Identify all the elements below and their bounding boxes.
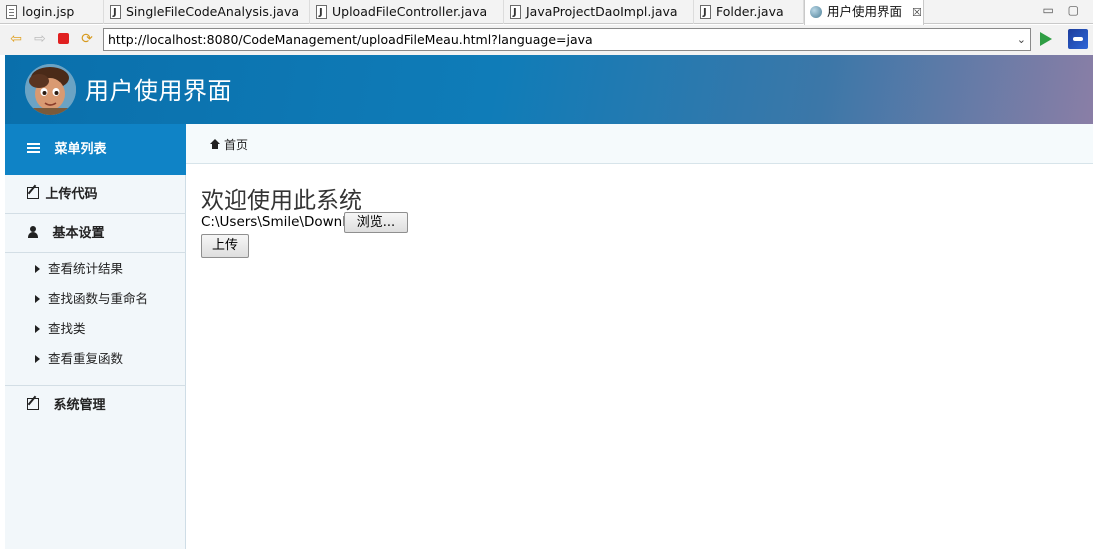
browser-toolbar: ⇦ ⇨ ⟳ http://localhost:8080/CodeManageme… <box>0 25 1093 55</box>
tab-label: JavaProjectDaoImpl.java <box>526 4 678 19</box>
caret-right-icon <box>35 295 40 303</box>
eclipse-extension-icon[interactable] <box>1068 29 1088 49</box>
minimize-icon[interactable]: ▭ <box>1042 3 1053 17</box>
tab-user-interface[interactable]: 用户使用界面 ☒ <box>804 0 924 25</box>
tab-folder-java[interactable]: Folder.java <box>694 0 804 25</box>
editor-tab-bar: login.jsp SingleFileCodeAnalysis.java Up… <box>0 0 1093 25</box>
sidebar-item-upload-code[interactable]: 上传代码 <box>5 175 186 214</box>
back-arrow-icon[interactable]: ⇦ <box>8 31 24 47</box>
submenu-item-label: 查找函数与重命名 <box>48 291 149 306</box>
list-icon <box>27 142 40 153</box>
java-file-icon <box>700 1 711 25</box>
edit-icon <box>27 397 39 410</box>
refresh-icon[interactable]: ⟳ <box>79 31 95 47</box>
submenu-item-label: 查看统计结果 <box>48 261 124 276</box>
settings-submenu: 查看统计结果 查找函数与重命名 查找类 查看重复函数 <box>5 254 186 374</box>
page-title: 用户使用界面 <box>85 77 232 105</box>
window-controls: ▭ ▢ <box>1032 3 1079 17</box>
tab-label: Folder.java <box>716 4 784 19</box>
caret-right-icon <box>35 355 40 363</box>
maximize-icon[interactable]: ▢ <box>1068 3 1079 17</box>
tab-java-project-dao-impl[interactable]: JavaProjectDaoImpl.java <box>504 0 694 25</box>
tab-label: UploadFileController.java <box>332 4 488 19</box>
submenu-item-label: 查找类 <box>48 321 86 336</box>
java-file-icon <box>316 1 327 25</box>
go-play-icon[interactable] <box>1040 32 1052 46</box>
breadcrumb-home[interactable]: 首页 <box>224 136 248 153</box>
tab-single-file-code-analysis[interactable]: SingleFileCodeAnalysis.java <box>104 0 310 25</box>
tab-label: SingleFileCodeAnalysis.java <box>126 4 300 19</box>
file-path-input[interactable]: C:\Users\Smile\Downloads <box>201 212 345 233</box>
forward-arrow-icon[interactable]: ⇨ <box>32 31 48 47</box>
submenu-item-find-function-rename[interactable]: 查找函数与重命名 <box>5 284 186 314</box>
upload-button[interactable]: 上传 <box>201 234 249 258</box>
browse-button[interactable]: 浏览... <box>344 212 408 233</box>
url-input[interactable]: http://localhost:8080/CodeManagement/upl… <box>103 28 1031 51</box>
tab-login-jsp[interactable]: login.jsp <box>0 0 104 24</box>
sidebar-item-basic-settings[interactable]: 基本设置 <box>5 214 186 253</box>
file-icon <box>6 5 17 19</box>
breadcrumb: 首页 <box>186 124 1093 164</box>
java-file-icon <box>110 1 121 25</box>
sidebar-item-label: 上传代码 <box>45 187 98 202</box>
submenu-item-view-statistics[interactable]: 查看统计结果 <box>5 254 186 284</box>
sidebar-header[interactable]: 菜单列表 <box>5 124 186 175</box>
tab-upload-file-controller[interactable]: UploadFileController.java <box>310 0 504 25</box>
globe-icon <box>810 6 822 18</box>
caret-right-icon <box>35 325 40 333</box>
user-icon <box>27 225 39 238</box>
sidebar-header-label: 菜单列表 <box>54 142 107 157</box>
sidebar-item-label: 系统管理 <box>53 398 106 413</box>
java-file-icon <box>510 1 521 25</box>
app-header: 用户使用界面 <box>5 55 1093 124</box>
url-dropdown-icon[interactable]: ⌄ <box>1017 29 1026 50</box>
close-tab-icon[interactable]: ☒ <box>912 1 922 25</box>
submenu-item-view-duplicate-functions[interactable]: 查看重复函数 <box>5 344 186 374</box>
sidebar: 菜单列表 上传代码 基本设置 查看统计结果 查找函数与重命名 查找类 查看重复函… <box>5 124 186 549</box>
url-text: http://localhost:8080/CodeManagement/upl… <box>108 32 593 47</box>
avatar <box>25 64 76 115</box>
sidebar-item-label: 基本设置 <box>52 226 105 241</box>
tab-label: login.jsp <box>22 4 75 19</box>
submenu-item-find-class[interactable]: 查找类 <box>5 314 186 344</box>
welcome-heading: 欢迎使用此系统 <box>201 188 362 214</box>
sidebar-item-system-management[interactable]: 系统管理 <box>5 385 186 424</box>
edit-icon <box>27 186 39 199</box>
submenu-item-label: 查看重复函数 <box>48 351 124 366</box>
tab-label: 用户使用界面 <box>827 4 903 19</box>
caret-right-icon <box>35 265 40 273</box>
home-icon <box>210 139 220 149</box>
stop-icon[interactable] <box>56 31 72 47</box>
